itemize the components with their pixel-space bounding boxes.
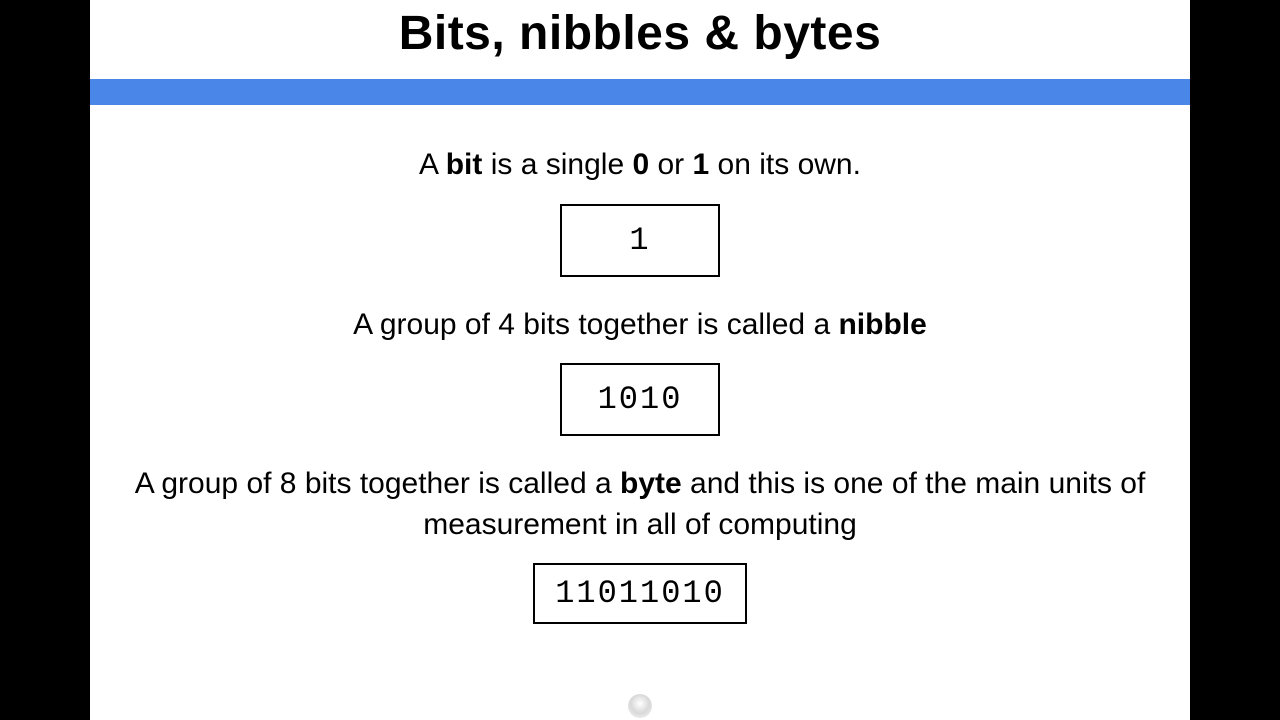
text: or: [649, 148, 692, 181]
text: on its own.: [709, 148, 861, 181]
term-one: 1: [693, 148, 710, 181]
cursor-indicator-icon: [628, 694, 652, 718]
byte-description: A group of 8 bits together is called a b…: [130, 464, 1150, 545]
bit-example-box: 1: [560, 204, 720, 277]
nibble-example-box: 1010: [560, 363, 721, 436]
term-zero: 0: [632, 148, 649, 181]
term-bit: bit: [446, 148, 483, 181]
text: is a single: [482, 148, 632, 181]
slide-content: A bit is a single 0 or 1 on its own. 1 A…: [90, 105, 1190, 624]
text: A group of 4 bits together is called a: [353, 308, 838, 341]
title-divider: [90, 79, 1190, 105]
bit-description: A bit is a single 0 or 1 on its own.: [130, 145, 1150, 186]
slide: Bits, nibbles & bytes A bit is a single …: [90, 0, 1190, 720]
term-byte: byte: [620, 467, 682, 500]
nibble-description: A group of 4 bits together is called a n…: [130, 305, 1150, 346]
text: A: [419, 148, 446, 181]
term-nibble: nibble: [838, 308, 926, 341]
slide-title: Bits, nibbles & bytes: [90, 0, 1190, 79]
text: A group of 8 bits together is called a: [135, 467, 620, 500]
byte-example-box: 11011010: [533, 563, 747, 624]
